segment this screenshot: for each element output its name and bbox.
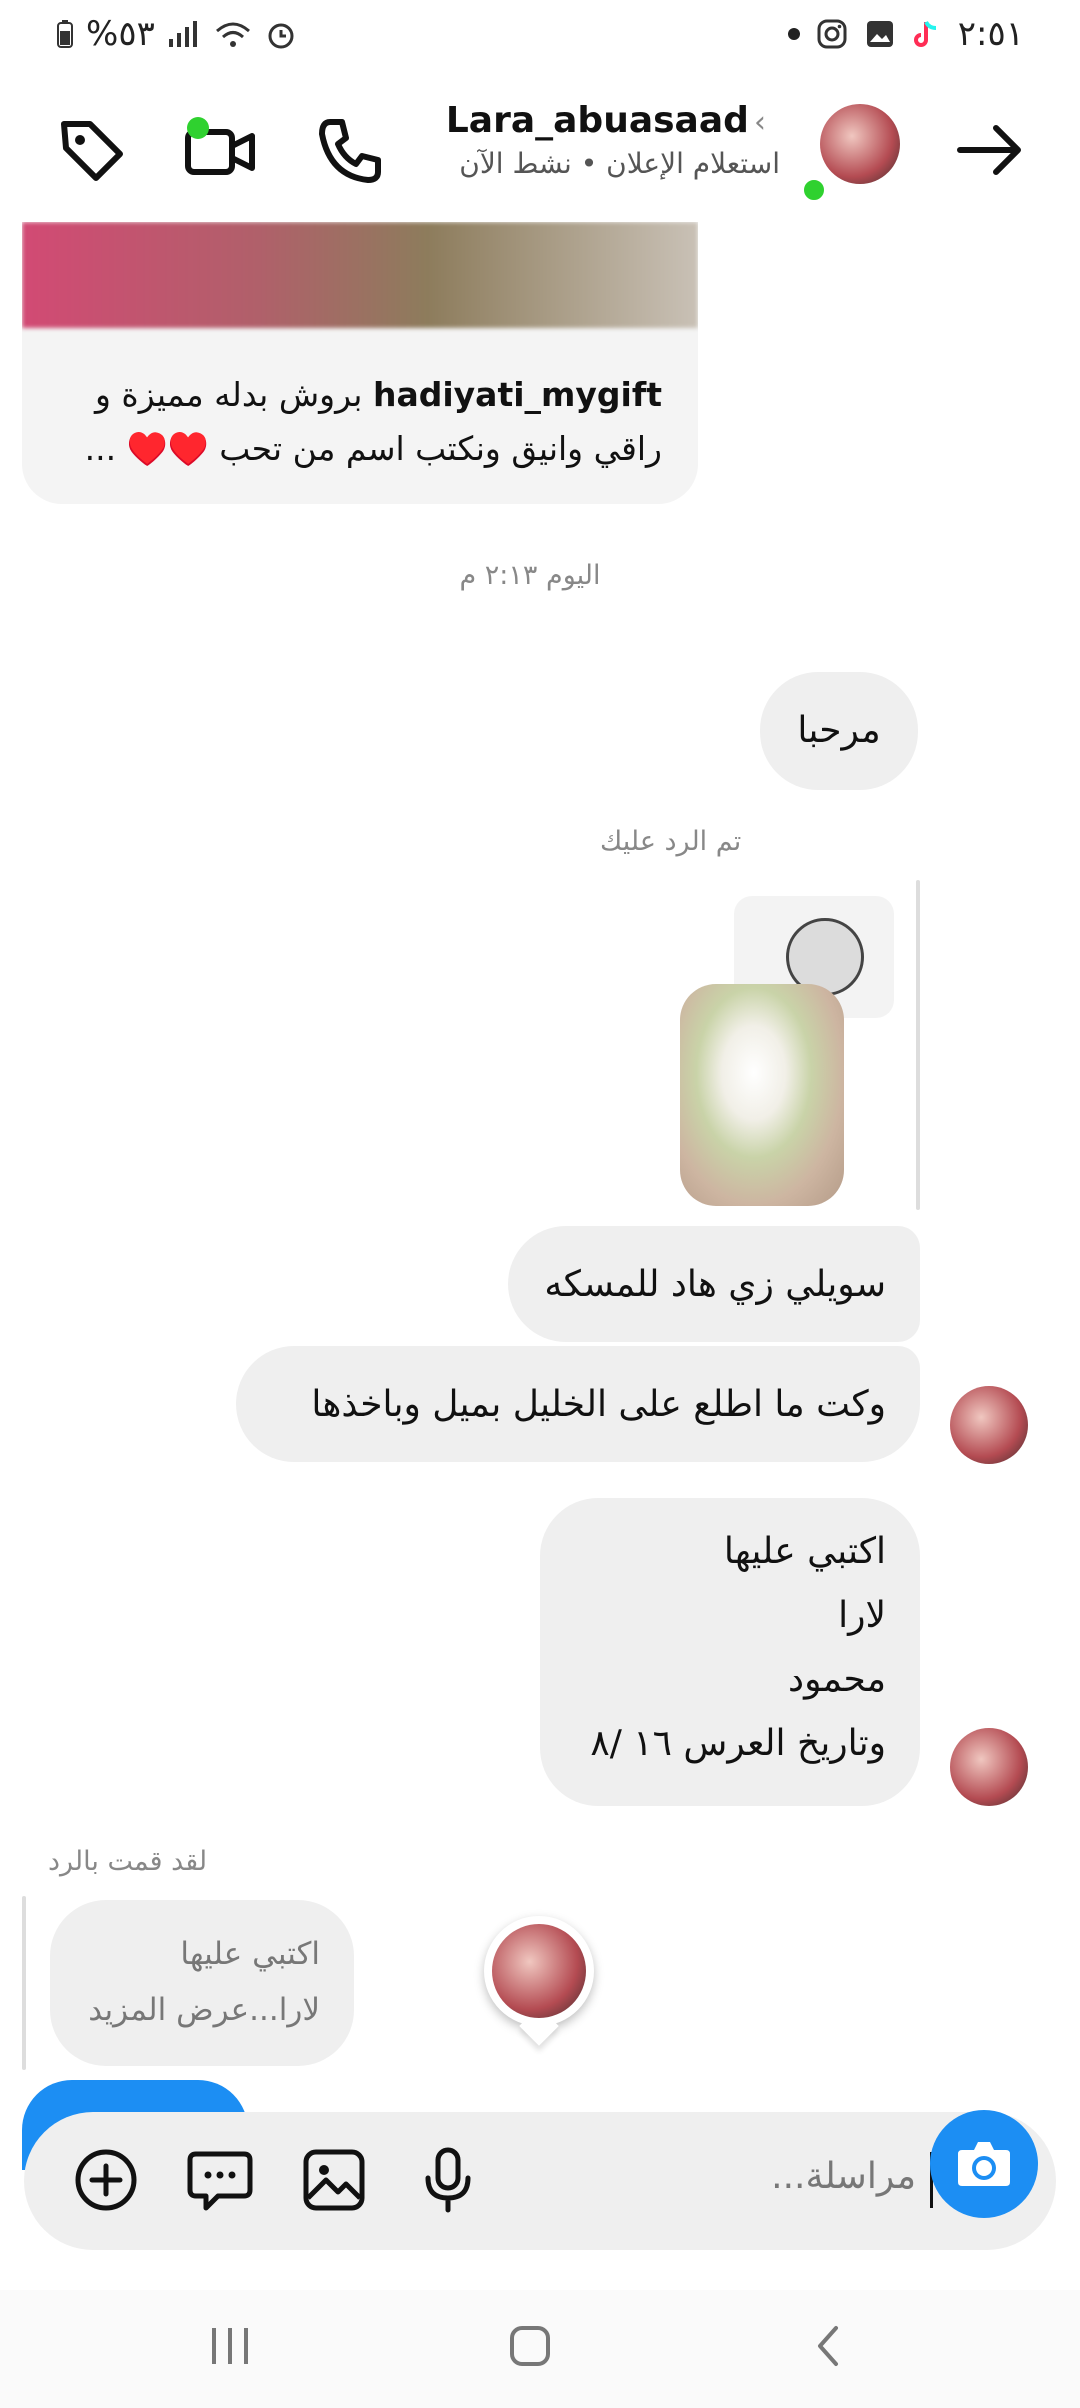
reply-indicator-line (916, 880, 920, 1210)
battery-percent: %٥٣ (86, 14, 155, 54)
message-input[interactable]: مراسلة... (771, 2156, 916, 2197)
sticker-chat-icon[interactable] (182, 2142, 258, 2218)
clock: ٢:٥١ (957, 14, 1024, 54)
message-bubble-received[interactable]: سويلي زي هاد للمسكه (508, 1226, 920, 1342)
message-bubble-received-multiline[interactable]: اكتبي عليها لارا محمود وتاريخ العرس ١٦ /… (540, 1498, 920, 1806)
chat-username[interactable]: Lara_abuasaad (446, 100, 749, 141)
reply-indicator-line (22, 1896, 26, 2070)
quoted-line-more[interactable]: لارا...عرض المزيد (84, 1982, 320, 2038)
post-account: hadiyati_mygift (372, 375, 662, 414)
camera-icon (958, 2142, 1010, 2186)
back-arrow-icon[interactable] (950, 110, 1030, 190)
back-icon[interactable] (800, 2316, 860, 2376)
signal-icon (168, 21, 197, 47)
battery-icon (57, 20, 73, 48)
message-line: محمود (788, 1659, 886, 1700)
sender-avatar[interactable] (950, 1386, 1028, 1464)
status-right: ٢:٥١ (787, 14, 1024, 54)
message-line: وتاريخ العرس ١٦ /٨ (590, 1723, 886, 1764)
message-bubble-sent[interactable]: مرحبا (760, 672, 918, 790)
instagram-icon (817, 19, 847, 49)
home-icon[interactable] (500, 2316, 560, 2376)
video-call-icon[interactable] (180, 110, 260, 190)
message-line: اكتبي عليها (723, 1531, 886, 1572)
quoted-line: اكتبي عليها (180, 1936, 320, 1972)
chat-title-block[interactable]: › Lara_abuasaad استعلام الإعلان • نشط ال… (446, 100, 780, 180)
status-bar: %٥٣ ٢:٥١ (0, 0, 1080, 72)
post-caption-block: hadiyati_mygift بروش بدله مميزة و راقي و… (22, 328, 698, 476)
seen-avatar-marker (484, 1916, 594, 2046)
tiktok-icon (913, 21, 936, 47)
seen-avatar (492, 1924, 586, 2018)
recent-apps-icon[interactable] (200, 2316, 260, 2376)
bouquet-photo[interactable] (680, 984, 844, 1206)
alarm-icon (268, 23, 294, 49)
chevron-right-icon: › (754, 105, 766, 140)
online-indicator (800, 176, 828, 204)
sender-avatar[interactable] (950, 1728, 1028, 1806)
gallery-icon (866, 21, 893, 47)
wifi-icon (215, 22, 250, 47)
gallery-icon[interactable] (296, 2142, 372, 2218)
plus-icon[interactable] (68, 2142, 144, 2218)
avatar[interactable] (820, 104, 900, 184)
timestamp: اليوم ٢:١٣ م (459, 560, 601, 591)
status-left: %٥٣ (56, 14, 297, 54)
camera-button[interactable] (930, 2110, 1038, 2218)
notification-dot (787, 28, 800, 40)
phone-icon[interactable] (310, 110, 390, 190)
you-replied-label: لقد قمت بالرد (48, 1846, 208, 1877)
quoted-reply-bubble[interactable]: اكتبي عليها لارا...عرض المزيد (50, 1900, 354, 2066)
system-nav-bar (0, 2290, 1080, 2408)
chat-header: › Lara_abuasaad استعلام الإعلان • نشط ال… (0, 80, 1080, 220)
shared-post-card[interactable]: hadiyati_mygift بروش بدله مميزة و راقي و… (22, 222, 698, 504)
message-bubble-received[interactable]: وكت ما اطلع على الخليل بميل وباخذها (236, 1346, 920, 1462)
chat-subtitle: استعلام الإعلان • نشط الآن (459, 147, 780, 180)
message-composer[interactable]: مراسلة... (24, 2112, 1056, 2250)
post-image (22, 222, 698, 328)
message-line: لارا (838, 1595, 886, 1636)
replied-to-you-label: تم الرد عليك (600, 826, 742, 857)
tag-icon[interactable] (52, 110, 132, 190)
microphone-icon[interactable] (410, 2142, 486, 2218)
